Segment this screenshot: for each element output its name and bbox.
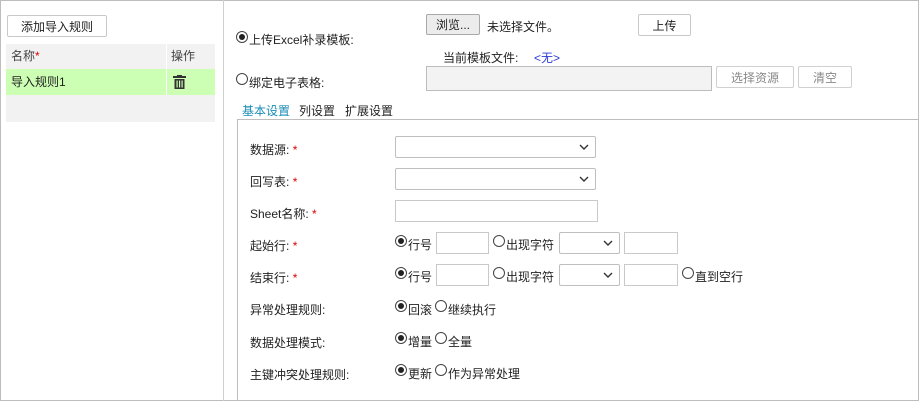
update-label: 更新 [408,367,433,381]
writeback-table-select[interactable] [395,168,596,190]
writeback-label-text: 回写表: [250,175,290,189]
datasource-label-text: 数据源: [250,143,290,157]
exception-rule-label: 异常处理规则: [250,303,326,317]
continue-label: 继续执行 [448,303,497,317]
continue-radio[interactable] [435,300,447,312]
as-exception-radio[interactable] [435,364,447,376]
end-row-char-radio[interactable] [493,267,505,279]
until-empty-row-label: 直到空行 [695,270,744,284]
processing-mode-label: 数据处理模式: [250,336,326,350]
until-empty-row-radio[interactable] [682,267,694,279]
upload-excel-label: 上传Excel补录模板: [249,33,354,47]
end-row-char-input[interactable] [624,264,678,286]
select-resource-button[interactable]: 选择资源 [716,66,794,88]
tab-column-settings[interactable]: 列设置 [299,102,335,119]
chevron-down-icon [579,176,589,182]
writeback-label: 回写表: * [250,173,297,190]
end-row-char-label: 出现字符 [506,270,555,284]
rollback-radio[interactable] [395,300,407,312]
sheet-name-label: Sheet名称: * [250,205,317,222]
update-radio[interactable] [395,364,407,376]
rules-table: 名称* 操作 导入规则1 [6,44,215,122]
no-file-text: 未选择文件。 [487,20,560,34]
end-row-char-select[interactable] [559,264,620,286]
increment-radio[interactable] [395,332,407,344]
start-row-number-radio[interactable] [395,235,407,247]
tab-extended-settings[interactable]: 扩展设置 [345,102,393,119]
tab-divider [237,119,919,120]
trash-icon[interactable] [173,75,186,89]
browse-button[interactable]: 浏览... [426,14,480,35]
start-row-number-input[interactable] [436,232,489,254]
end-row-label: 结束行: * [250,269,297,286]
upload-excel-radio[interactable] [236,31,248,43]
required-mark: * [312,207,317,221]
current-template-value: <无> [534,51,561,65]
full-radio[interactable] [435,332,447,344]
datasource-select[interactable] [395,136,596,158]
tab-basic-settings[interactable]: 基本设置 [242,102,290,119]
datasource-label: 数据源: * [250,141,297,158]
rule-name[interactable]: 导入规则1 [11,69,66,95]
current-template-label: 当前模板文件: [443,51,519,65]
column-header-name: 名称* [11,44,40,68]
end-row-label-text: 结束行: [250,271,290,285]
increment-label: 增量 [408,335,433,349]
column-header-name-text: 名称 [11,49,36,63]
sheet-name-input[interactable] [395,200,598,222]
end-row-number-label: 行号 [408,270,433,284]
table-row[interactable]: 导入规则1 [6,69,215,95]
full-label: 全量 [448,335,473,349]
rules-panel: 添加导入规则 名称* 操作 导入规则1 [0,0,224,401]
required-mark: * [292,271,298,285]
end-row-number-radio[interactable] [395,267,407,279]
sheet-name-label-text: Sheet名称: [250,207,309,221]
start-row-char-select[interactable] [559,232,620,254]
pk-conflict-label: 主键冲突处理规则: [250,368,350,382]
bind-spreadsheet-label: 绑定电子表格: [249,76,325,90]
start-row-char-input[interactable] [624,232,678,254]
column-divider [166,69,167,95]
as-exception-label: 作为异常处理 [448,367,521,381]
chevron-down-icon [603,272,613,278]
start-row-char-label: 出现字符 [506,238,555,252]
required-mark: * [292,175,298,189]
end-row-number-input[interactable] [436,264,489,286]
content-border [237,119,238,401]
add-rule-button[interactable]: 添加导入规则 [7,15,107,37]
rollback-label: 回滚 [408,303,433,317]
start-row-label-text: 起始行: [250,239,290,253]
start-row-label: 起始行: * [250,237,297,254]
required-mark: * [292,239,298,253]
required-mark: * [35,49,40,63]
chevron-down-icon [579,144,589,150]
chevron-down-icon [603,240,613,246]
upload-button[interactable]: 上传 [638,14,691,36]
start-row-char-radio[interactable] [493,235,505,247]
clear-button[interactable]: 清空 [798,66,852,88]
start-row-number-label: 行号 [408,238,433,252]
column-header-action: 操作 [171,49,196,63]
required-mark: * [292,143,298,157]
bind-spreadsheet-radio[interactable] [236,73,248,85]
spreadsheet-path-field[interactable] [426,66,712,91]
